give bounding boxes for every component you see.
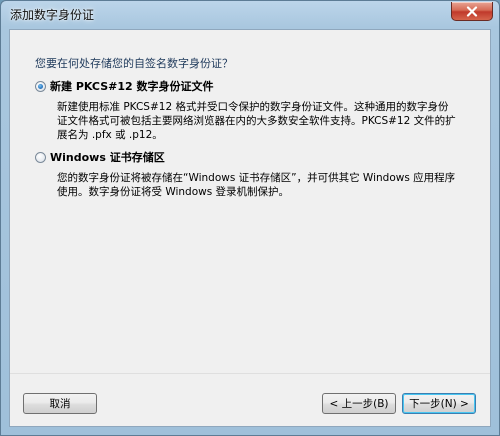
radio-button-unselected[interactable] [35, 151, 46, 163]
back-button[interactable]: < 上一步(B) [322, 393, 396, 414]
window-title: 添加数字身份证 [10, 8, 95, 22]
footer-divider [10, 373, 490, 374]
option-label-pkcs12: 新建 PKCS#12 数字身份证文件 [50, 80, 214, 93]
close-button[interactable] [451, 2, 493, 21]
title-bar[interactable]: 添加数字身份证 [1, 1, 499, 29]
option-description-pkcs12: 新建使用标准 PKCS#12 格式并受口令保护的数字身份证文件。这种通用的数字身… [57, 101, 456, 141]
question-text: 您要在何处存储您的自签名数字身份证？ [35, 57, 233, 70]
dialog-window: 添加数字身份证 您要在何处存储您的自签名数字身份证？ 新建 PKCS#12 数字… [0, 0, 500, 436]
close-icon [466, 5, 478, 17]
option-pkcs12-file[interactable]: 新建 PKCS#12 数字身份证文件 [35, 78, 213, 94]
radio-button-selected[interactable] [35, 80, 46, 92]
cancel-button[interactable]: 取消 [23, 393, 97, 414]
option-description-windows-store: 您的数字身份证将被存储在“Windows 证书存储区”，并可供其它 Window… [57, 172, 456, 198]
next-button[interactable]: 下一步(N) > [402, 393, 476, 414]
option-windows-store[interactable]: Windows 证书存储区 [35, 149, 165, 165]
option-label-windows-store: Windows 证书存储区 [50, 151, 165, 164]
dialog-content: 您要在何处存储您的自签名数字身份证？ 新建 PKCS#12 数字身份证文件 新建… [10, 30, 490, 374]
dialog-client-area: 您要在何处存储您的自签名数字身份证？ 新建 PKCS#12 数字身份证文件 新建… [9, 29, 491, 427]
